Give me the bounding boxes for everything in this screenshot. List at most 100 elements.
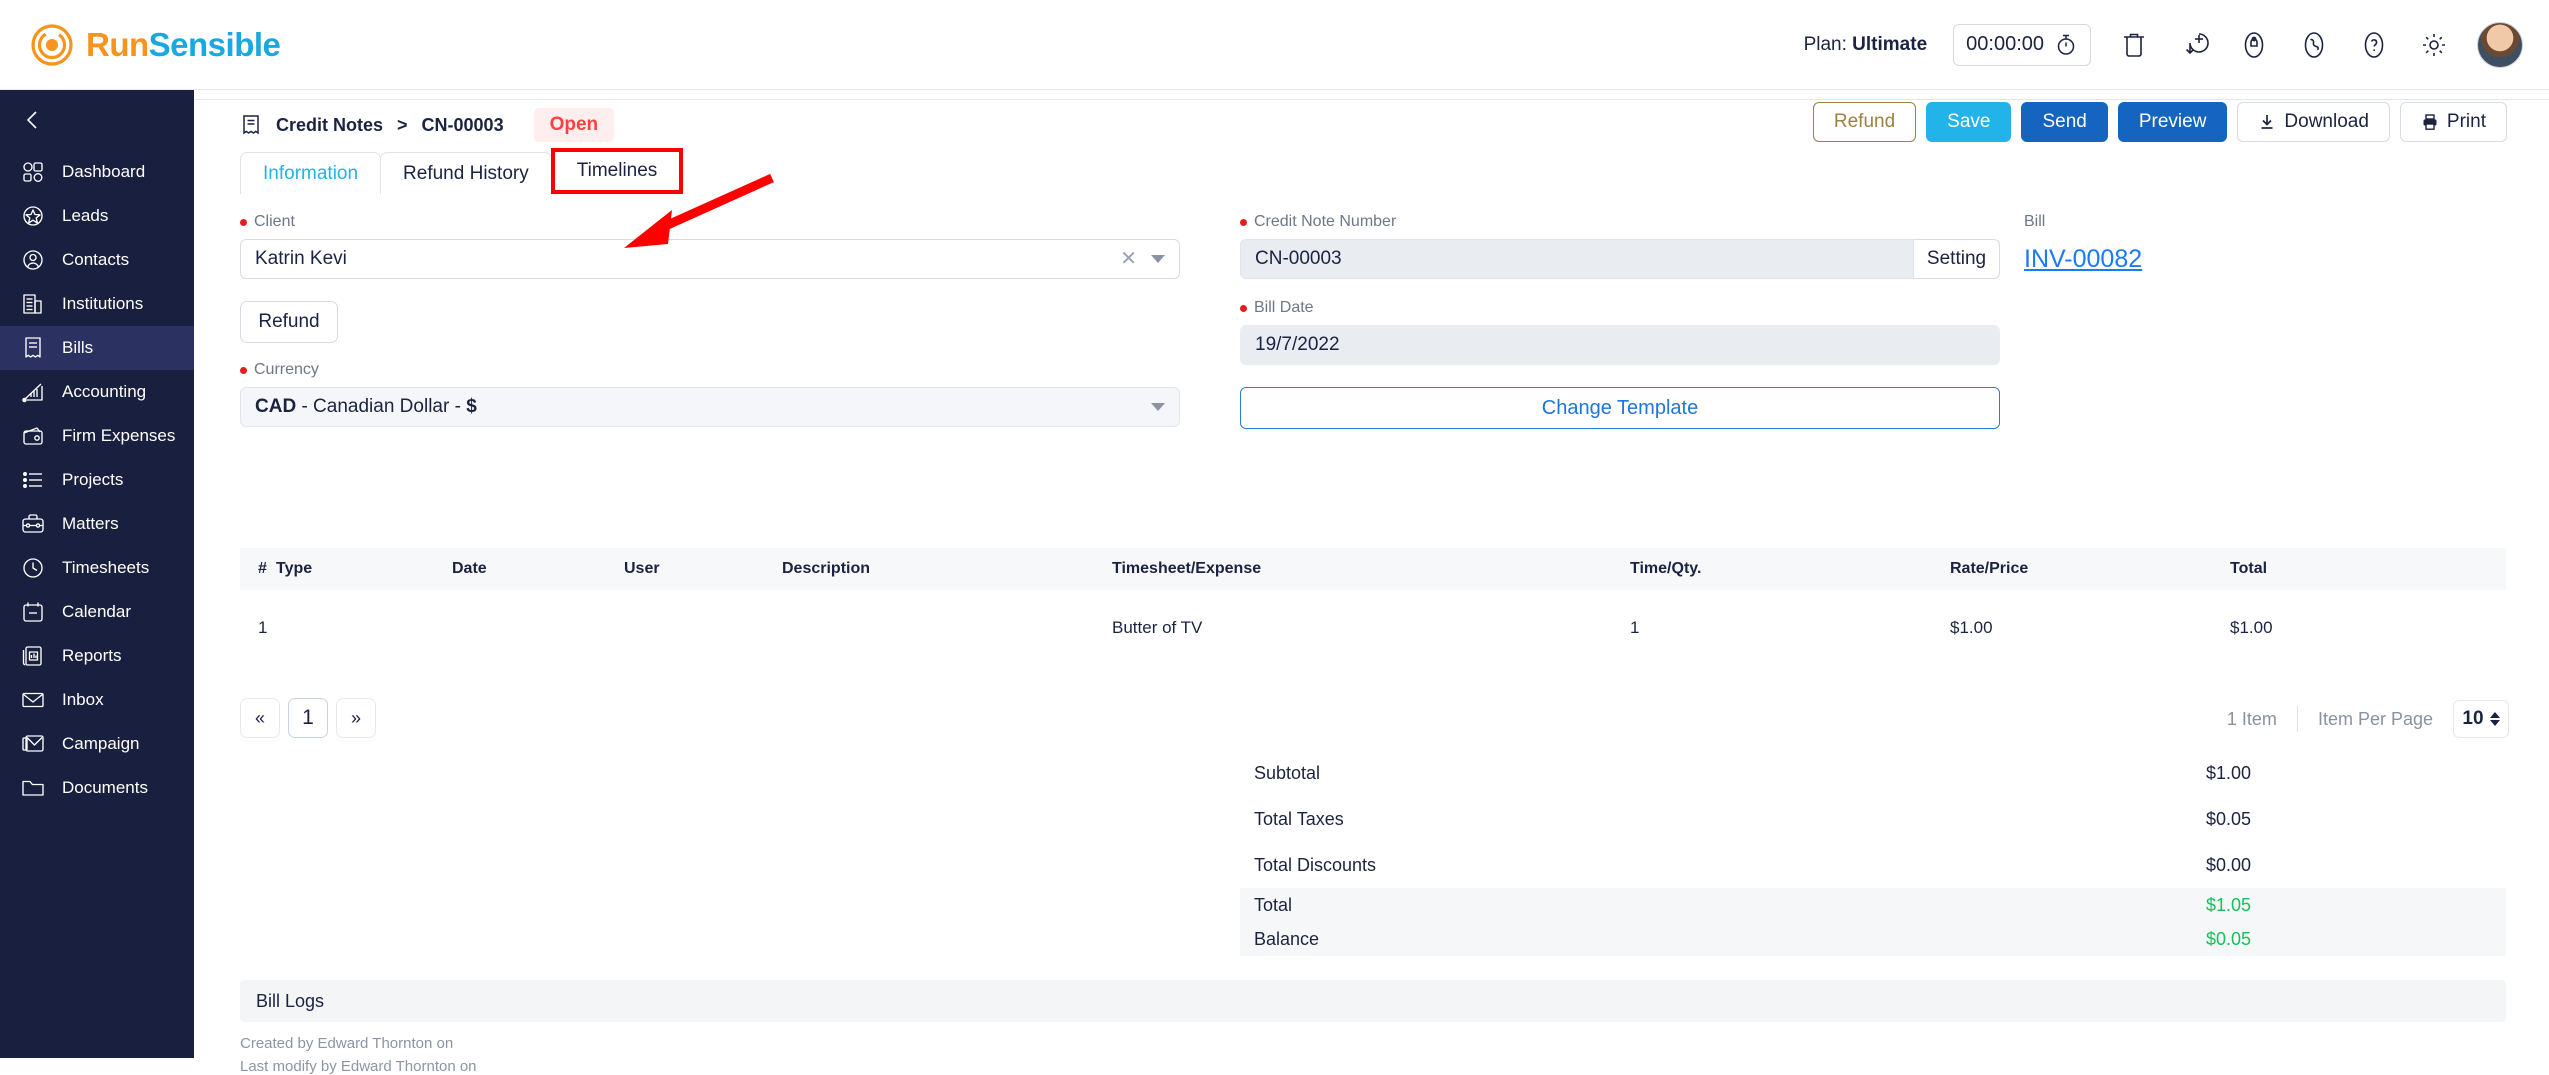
help-icon[interactable]: [2357, 28, 2391, 62]
form-right-column: Bill INV-00082: [2024, 213, 2324, 274]
projects-list-icon: [20, 467, 46, 493]
sidebar-item-accounting[interactable]: Accounting: [0, 370, 194, 414]
notification-icon[interactable]: [2237, 28, 2271, 62]
sidebar-item-documents[interactable]: Documents: [0, 766, 194, 810]
col-header-timesheet: Timesheet/Expense: [1112, 560, 1262, 577]
folder-icon: [20, 775, 46, 801]
sidebar-collapse-button[interactable]: [0, 90, 194, 150]
phone-icon[interactable]: [2297, 28, 2331, 62]
app-logo[interactable]: RunSensible: [30, 23, 281, 67]
sidebar-item-label: Calendar: [62, 602, 131, 621]
sidebar-item-inbox[interactable]: Inbox: [0, 678, 194, 722]
tab-refund-history[interactable]: Refund History: [380, 152, 552, 194]
sidebar-item-label: Institutions: [62, 294, 144, 313]
breadcrumb-root[interactable]: Credit Notes: [276, 115, 383, 136]
pagination-prev[interactable]: «: [240, 698, 280, 738]
col-header-rate: Rate/Price: [1950, 560, 2029, 577]
top-bar: RunSensible Plan: Ultimate 00:00:00: [0, 0, 2549, 90]
col-header-date: Date: [452, 560, 487, 577]
refund-button[interactable]: Refund: [1812, 102, 1917, 142]
pagination-page-1[interactable]: 1: [288, 698, 328, 738]
refund-small-button[interactable]: Refund: [240, 301, 338, 343]
sidebar-item-dashboard[interactable]: Dashboard: [0, 150, 194, 194]
download-button[interactable]: Download: [2237, 102, 2390, 142]
send-button[interactable]: Send: [2021, 102, 2108, 142]
table-row[interactable]: 1 Butter of TV 1 $1.00 $1.00: [240, 590, 2506, 666]
col-header-type: Type: [276, 560, 313, 577]
plan-label: Plan: Ultimate: [1803, 33, 1928, 55]
cell-timesheet: Butter of TV: [1112, 618, 1203, 637]
print-button[interactable]: Print: [2399, 102, 2507, 142]
page-actions: Refund Save Send Preview Download Print: [1812, 102, 2507, 142]
matters-briefcase-icon: [20, 511, 46, 537]
totals-row-balance: Balance $0.05: [1240, 922, 2506, 956]
bill-log-modified: Last modify by Edward Thornton on: [240, 1058, 477, 1075]
cell-rate: $1.00: [1950, 618, 1993, 637]
bill-link[interactable]: INV-00082: [2024, 245, 2142, 274]
leads-star-icon: [20, 203, 46, 229]
sidebar-item-institutions[interactable]: Institutions: [0, 282, 194, 326]
cell-total: $1.00: [2230, 618, 2273, 637]
sidebar-item-matters[interactable]: Matters: [0, 502, 194, 546]
sidebar-item-timesheets[interactable]: Timesheets: [0, 546, 194, 590]
tab-information[interactable]: Information: [240, 152, 382, 194]
totals-label: Balance: [1254, 928, 1320, 949]
chevron-down-icon[interactable]: [1151, 403, 1165, 411]
pagination-info: 1 Item Item Per Page 10: [2227, 700, 2509, 738]
tab-bar: Information Refund History Timelines: [240, 148, 684, 194]
totals-panel: Subtotal $1.00 Total Taxes $0.05 Total Disco…: [1240, 750, 2506, 956]
sidebar-item-leads[interactable]: Leads: [0, 194, 194, 238]
breadcrumb-current: CN-00003: [421, 114, 504, 135]
sidebar-item-campaign[interactable]: Campaign: [0, 722, 194, 766]
required-dot-icon: [240, 218, 247, 226]
client-value: Katrin Kevi: [255, 248, 347, 269]
tab-timelines[interactable]: Timelines: [550, 148, 684, 194]
sidebar-item-firm-expenses[interactable]: Firm Expenses: [0, 414, 194, 458]
sidebar-item-reports[interactable]: Reports: [0, 634, 194, 678]
timer-widget[interactable]: 00:00:00: [1953, 23, 2091, 66]
sidebar-item-bills[interactable]: Bills: [0, 326, 194, 370]
gear-icon[interactable]: [2417, 28, 2451, 62]
save-button[interactable]: Save: [1926, 102, 2012, 142]
top-bar-actions: Plan: Ultimate 00:00:00: [1803, 21, 2523, 68]
sidebar-item-label: Projects: [62, 470, 124, 489]
clear-icon[interactable]: ✕: [1120, 249, 1137, 269]
dashboard-icon: [20, 159, 46, 185]
setting-button[interactable]: Setting: [1914, 239, 2000, 279]
line-items-table: # Type Date User Description Timesheet/E…: [240, 548, 2506, 666]
add-circle-icon[interactable]: [2177, 28, 2211, 62]
trash-icon[interactable]: [2117, 28, 2151, 62]
sidebar-item-contacts[interactable]: Contacts: [0, 238, 194, 282]
totals-value: $0.00: [2206, 854, 2252, 875]
items-per-page-value: 10: [2462, 708, 2484, 729]
change-template-button[interactable]: Change Template: [1240, 387, 2000, 429]
credit-note-number-label: Credit Note Number: [1240, 213, 2000, 231]
avatar[interactable]: [2477, 21, 2523, 68]
chevron-down-icon[interactable]: [1151, 255, 1165, 263]
required-dot-icon: [240, 366, 247, 374]
currency-select[interactable]: CAD - Canadian Dollar - $: [240, 387, 1180, 427]
currency-symbol: $: [466, 396, 477, 417]
totals-value: $1.05: [2206, 894, 2252, 915]
preview-button[interactable]: Preview: [2117, 102, 2228, 142]
sidebar-item-label: Matters: [62, 514, 119, 533]
currency-code: CAD: [255, 396, 297, 417]
envelope-icon: [20, 687, 46, 713]
stepper-icon: [2489, 712, 2500, 726]
sidebar-item-label: Leads: [62, 206, 109, 225]
client-input[interactable]: Katrin Kevi ✕: [240, 239, 1180, 279]
sidebar-item-projects[interactable]: Projects: [0, 458, 194, 502]
tab-underline: [194, 99, 2549, 100]
items-per-page-select[interactable]: 10: [2453, 700, 2509, 738]
table-header-row: # Type Date User Description Timesheet/E…: [240, 548, 2506, 590]
bill-date-input[interactable]: 19/7/2022: [1240, 325, 2000, 365]
totals-value: $0.05: [2206, 928, 2252, 949]
totals-row-subtotal: Subtotal $1.00: [1240, 750, 2506, 796]
sidebar-item-calendar[interactable]: Calendar: [0, 590, 194, 634]
pagination: « 1 »: [240, 698, 376, 738]
totals-value: $0.05: [2206, 808, 2252, 829]
col-header-user: User: [624, 560, 660, 577]
credit-note-number-input[interactable]: CN-00003: [1240, 239, 1914, 279]
pagination-next[interactable]: »: [336, 698, 376, 738]
stopwatch-icon[interactable]: [2054, 33, 2078, 57]
